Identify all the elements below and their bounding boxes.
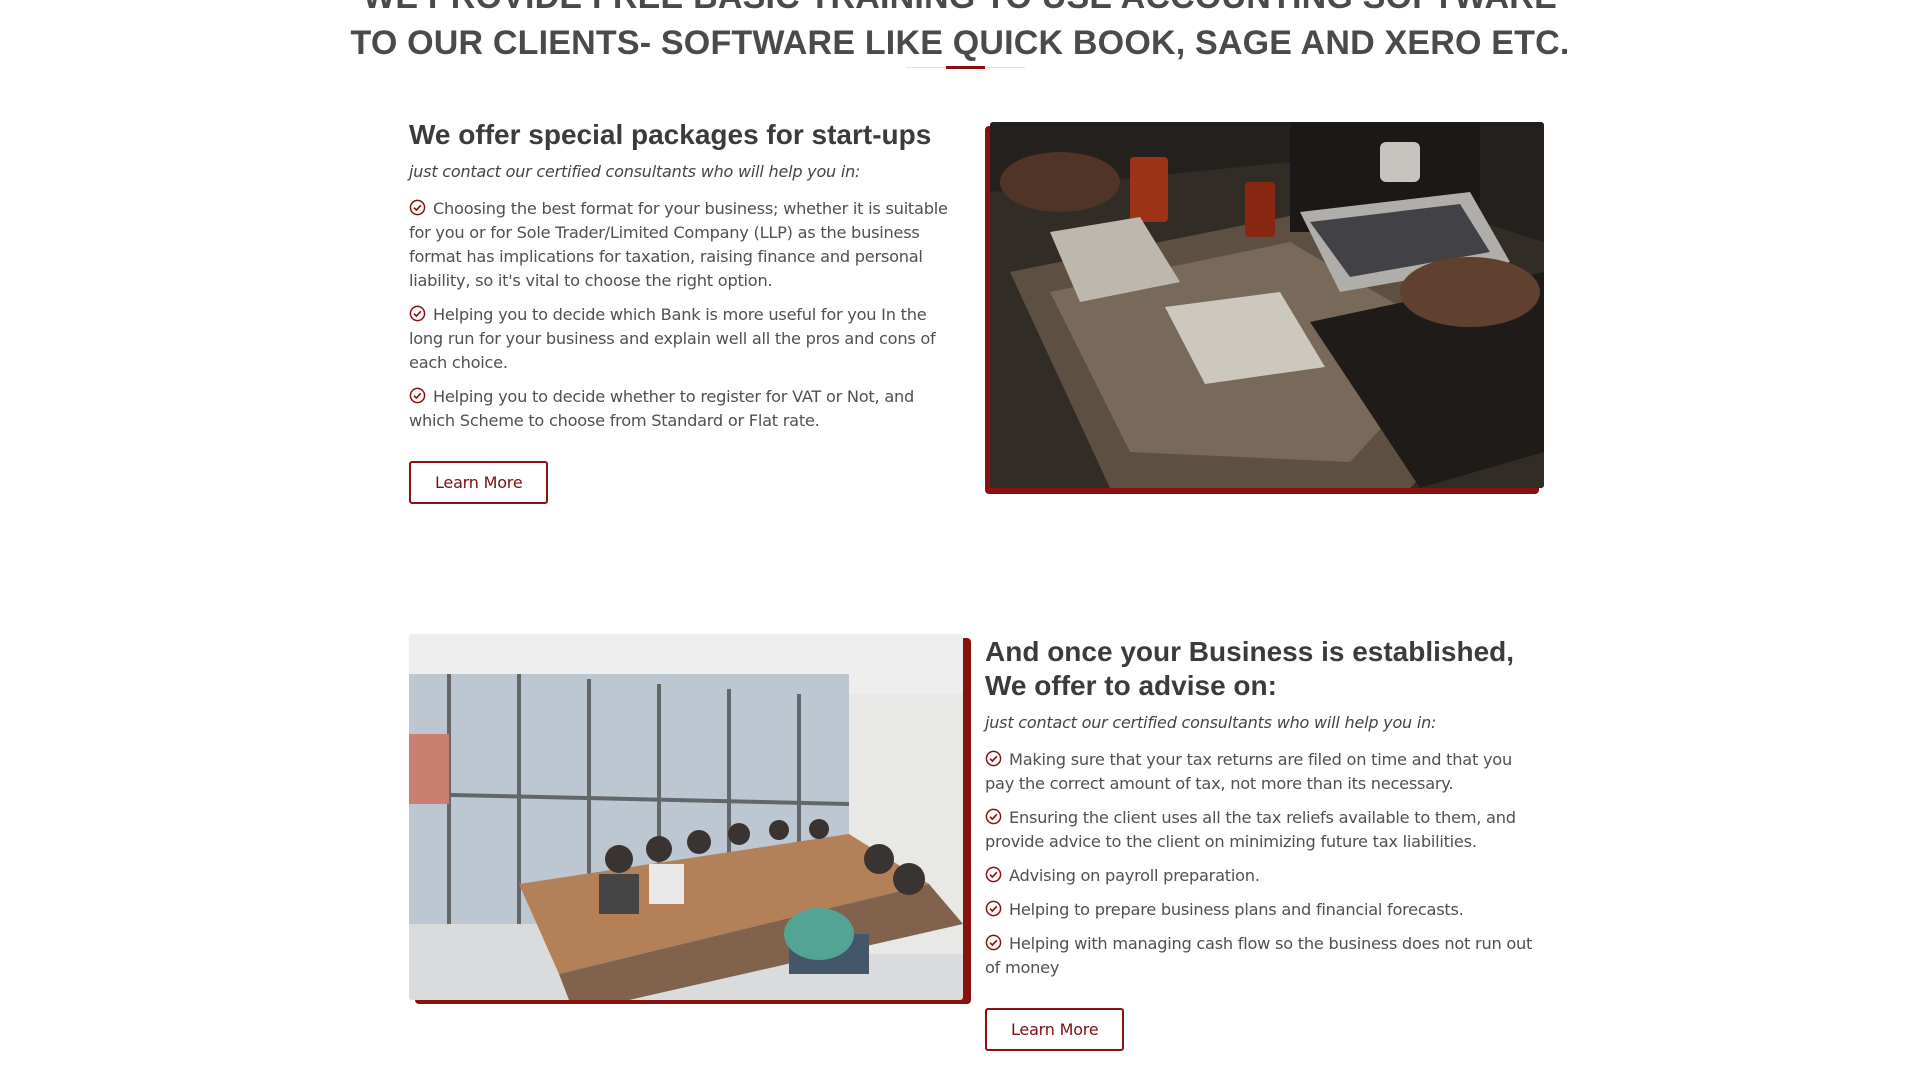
list-item-text: Helping to prepare business plans and fi… (1009, 900, 1464, 919)
meeting-room-photo (409, 634, 971, 1004)
section-heading-line1: WE PROVIDE FREE BASIC TRAINING TO USE AC… (0, 0, 1920, 20)
heading-divider (906, 66, 1025, 70)
list-item: Choosing the best format for your busine… (409, 197, 959, 293)
check-circle-icon (985, 808, 1002, 825)
learn-more-button[interactable]: Learn More (409, 461, 549, 504)
list-item: Helping you to decide whether to registe… (409, 385, 959, 433)
startups-subtitle: just contact our certified consultants w… (409, 162, 861, 181)
startups-title: We offer special packages for start-ups (409, 119, 932, 150)
established-list: Making sure that your tax returns are fi… (985, 748, 1545, 980)
check-circle-icon (985, 900, 1002, 917)
established-title-line2: We offer to advise on: (985, 670, 1277, 701)
startups-list: Choosing the best format for your busine… (409, 197, 959, 433)
check-circle-icon (409, 387, 426, 404)
learn-more-button[interactable]: Learn More (985, 1008, 1125, 1051)
check-circle-icon (985, 750, 1002, 767)
established-section: And once your Business is established, W… (985, 635, 1545, 1051)
list-item: Helping you to decide which Bank is more… (409, 303, 959, 375)
list-item-text: Choosing the best format for your busine… (409, 199, 948, 290)
established-title-line1: And once your Business is established, (985, 636, 1515, 667)
check-circle-icon (409, 305, 426, 322)
established-title: And once your Business is established, W… (985, 635, 1545, 703)
section-heading: WE PROVIDE FREE BASIC TRAINING TO USE AC… (0, 0, 1920, 66)
list-item: Ensuring the client uses all the tax rel… (985, 806, 1545, 854)
list-item-text: Helping with managing cash flow so the b… (985, 934, 1533, 977)
list-item-text: Helping you to decide whether to registe… (409, 387, 915, 430)
list-item-text: Ensuring the client uses all the tax rel… (985, 808, 1516, 851)
desk-photo (985, 122, 1545, 494)
list-item: Helping with managing cash flow so the b… (985, 932, 1545, 980)
list-item-text: Advising on payroll preparation. (1009, 866, 1260, 885)
list-item-text: Making sure that your tax returns are fi… (985, 750, 1512, 793)
list-item: Helping to prepare business plans and fi… (985, 898, 1545, 922)
established-subtitle: just contact our certified consultants w… (985, 713, 1437, 732)
check-circle-icon (985, 934, 1002, 951)
startups-section: We offer special packages for start-ups … (409, 118, 959, 504)
check-circle-icon (409, 199, 426, 216)
list-item: Making sure that your tax returns are fi… (985, 748, 1545, 796)
list-item: Advising on payroll preparation. (985, 864, 1545, 888)
check-circle-icon (985, 866, 1002, 883)
list-item-text: Helping you to decide which Bank is more… (409, 305, 936, 372)
section-heading-line2: TO OUR CLIENTS- SOFTWARE LIKE QUICK BOOK… (350, 24, 1570, 62)
